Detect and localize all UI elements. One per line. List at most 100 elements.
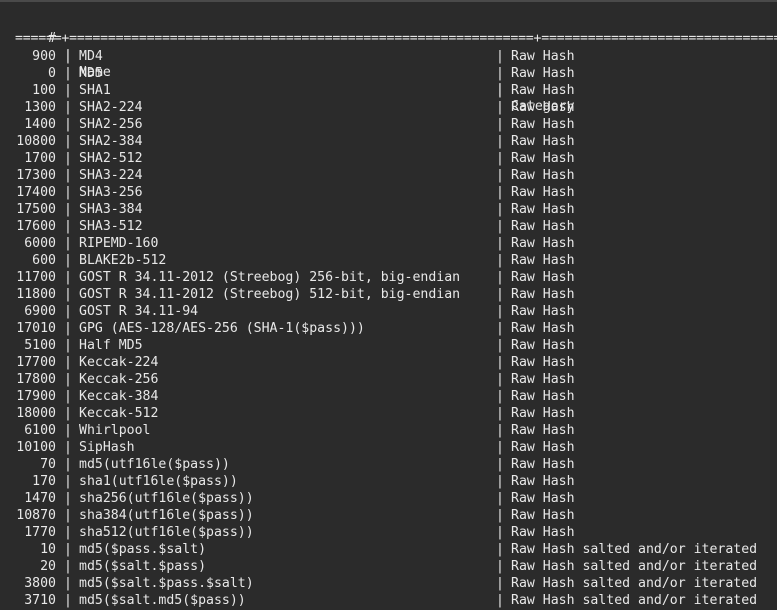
column-separator: |	[64, 406, 72, 421]
hash-mode-name: RIPEMD-160	[79, 236, 159, 251]
hash-mode-name: SHA2-384	[79, 134, 143, 149]
column-separator: |	[64, 304, 72, 319]
hash-mode-id: 10	[40, 542, 56, 557]
column-separator: |	[64, 134, 72, 149]
column-separator: |	[496, 542, 504, 557]
hash-mode-name: SHA2-224	[79, 100, 143, 115]
hash-mode-name: Keccak-256	[79, 372, 159, 387]
hash-mode-category: Raw Hash	[511, 219, 575, 234]
hash-mode-id: 6100	[24, 423, 56, 438]
terminal-output[interactable]: # | Name | Category ======+=============…	[0, 0, 777, 610]
column-separator: |	[64, 474, 72, 489]
column-separator: |	[496, 100, 504, 115]
column-separator: |	[64, 440, 72, 455]
hash-mode-name: SHA3-384	[79, 202, 143, 217]
hash-mode-category: Raw Hash	[511, 304, 575, 319]
hash-mode-category: Raw Hash	[511, 287, 575, 302]
column-separator: |	[64, 389, 72, 404]
column-separator: |	[496, 66, 504, 81]
hash-mode-name: md5($salt.md5($pass))	[79, 593, 246, 608]
hash-mode-category: Raw Hash salted and/or iterated	[511, 593, 758, 608]
hash-mode-id: 1770	[24, 525, 56, 540]
column-separator: |	[64, 253, 72, 268]
hash-mode-category: Raw Hash	[511, 270, 575, 285]
hash-mode-name: md5($salt.$pass)	[79, 559, 207, 574]
column-separator: |	[496, 423, 504, 438]
hash-mode-category: Raw Hash	[511, 236, 575, 251]
hash-mode-name: sha1(utf16le($pass))	[79, 474, 238, 489]
column-separator: |	[496, 236, 504, 251]
hash-mode-id: 17900	[16, 389, 56, 404]
column-separator: |	[64, 338, 72, 353]
hash-mode-category: Raw Hash	[511, 338, 575, 353]
column-separator: |	[496, 202, 504, 217]
column-separator: |	[496, 49, 504, 64]
column-separator: |	[64, 117, 72, 132]
column-separator: |	[496, 151, 504, 166]
column-separator: |	[496, 117, 504, 132]
hash-mode-category: Raw Hash	[511, 406, 575, 421]
hash-mode-id: 18000	[16, 406, 56, 421]
hash-mode-name: SHA3-512	[79, 219, 143, 234]
hash-mode-category: Raw Hash	[511, 389, 575, 404]
hash-mode-id: 1700	[24, 151, 56, 166]
hash-mode-category: Raw Hash	[511, 66, 575, 81]
column-separator: |	[496, 134, 504, 149]
hash-mode-id: 10870	[16, 508, 56, 523]
column-separator: |	[496, 491, 504, 506]
hash-mode-name: SipHash	[79, 440, 135, 455]
hash-mode-id: 1400	[24, 117, 56, 132]
column-separator: |	[496, 270, 504, 285]
hash-mode-category: Raw Hash	[511, 491, 575, 506]
column-separator: |	[496, 406, 504, 421]
column-separator: |	[64, 491, 72, 506]
column-separator: |	[496, 219, 504, 234]
column-separator: |	[64, 83, 72, 98]
table-header-row: # | Name | Category	[0, 13, 574, 114]
column-separator: |	[496, 593, 504, 608]
hash-mode-name: Half MD5	[79, 338, 143, 353]
column-separator: |	[64, 457, 72, 472]
column-separator: |	[496, 355, 504, 370]
hash-mode-id: 6900	[24, 304, 56, 319]
hash-mode-category: Raw Hash	[511, 117, 575, 132]
column-separator: |	[64, 423, 72, 438]
column-separator: |	[496, 338, 504, 353]
hash-mode-name: BLAKE2b-512	[79, 253, 167, 268]
column-separator: |	[496, 474, 504, 489]
hash-mode-id: 1300	[24, 100, 56, 115]
hash-mode-category: Raw Hash	[511, 134, 575, 149]
hash-mode-category: Raw Hash	[511, 168, 575, 183]
hash-mode-id: 100	[32, 83, 56, 98]
hash-mode-category: Raw Hash	[511, 185, 575, 200]
hash-mode-category: Raw Hash	[511, 355, 575, 370]
column-separator: |	[64, 576, 72, 591]
column-separator: |	[496, 559, 504, 574]
column-separator: |	[64, 185, 72, 200]
hash-mode-name: SHA3-256	[79, 185, 143, 200]
column-separator: |	[64, 219, 72, 234]
hash-mode-id: 900	[32, 49, 56, 64]
column-separator: |	[64, 202, 72, 217]
column-separator: |	[496, 253, 504, 268]
column-separator: |	[64, 593, 72, 608]
hash-mode-category: Raw Hash	[511, 440, 575, 455]
column-separator: |	[64, 270, 72, 285]
hash-mode-name: GOST R 34.11-2012 (Streebog) 256-bit, bi…	[79, 270, 461, 285]
hash-mode-id: 17300	[16, 168, 56, 183]
hash-mode-category: Raw Hash	[511, 457, 575, 472]
hash-mode-id: 17800	[16, 372, 56, 387]
column-separator: |	[64, 49, 72, 64]
hash-mode-name: sha256(utf16le($pass))	[79, 491, 254, 506]
hash-mode-category: Raw Hash	[511, 423, 575, 438]
hash-mode-id: 10800	[16, 134, 56, 149]
column-separator: |	[64, 287, 72, 302]
hash-mode-id: 6000	[24, 236, 56, 251]
hash-mode-id: 17600	[16, 219, 56, 234]
column-separator: |	[496, 287, 504, 302]
hash-mode-id: 170	[32, 474, 56, 489]
hash-mode-id: 20	[40, 559, 56, 574]
hash-mode-name: GOST R 34.11-2012 (Streebog) 512-bit, bi…	[79, 287, 461, 302]
column-separator: |	[496, 168, 504, 183]
hash-mode-name: GOST R 34.11-94	[79, 304, 199, 319]
